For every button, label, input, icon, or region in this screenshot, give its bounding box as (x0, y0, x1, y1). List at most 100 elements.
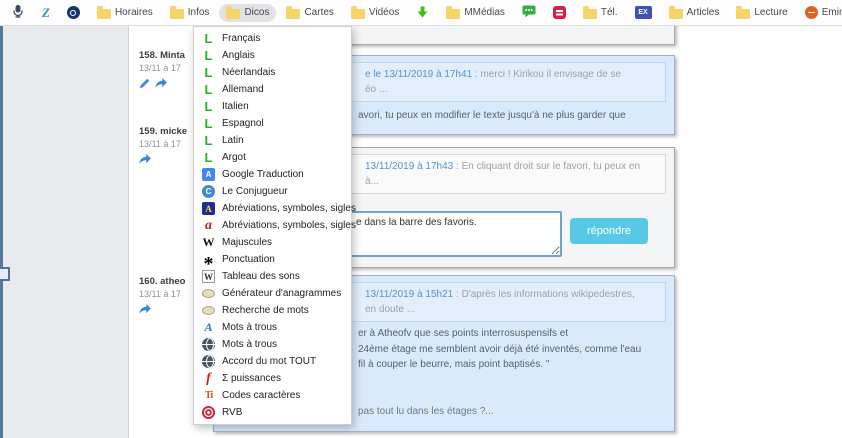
bookmarks-bar: Horaires Infos Dicos Cartes Vidéos MMédi… (0, 0, 842, 26)
bookmark-folder-mmedias[interactable]: MMédias (439, 4, 512, 22)
menu-item-google-traduction[interactable]: Google Traduction (194, 166, 351, 183)
green-arrow-icon (416, 5, 429, 21)
folder-icon (350, 6, 365, 19)
larousse-icon (202, 117, 215, 130)
quote-date-link[interactable]: 13/11/2019 à 17h43 (365, 161, 453, 172)
folder-icon (96, 6, 111, 19)
blue-a-icon (202, 202, 215, 215)
boxed-w-icon (202, 270, 215, 283)
menu-item-mots-a-trous-2[interactable]: Mots à trous (194, 336, 351, 353)
menu-item-majuscules[interactable]: Majuscules (194, 234, 351, 251)
menu-item-francais[interactable]: Français (194, 30, 351, 47)
red-menu-icon (552, 6, 566, 19)
post-author: 160. atheo (139, 276, 186, 287)
bookmark-download[interactable] (409, 2, 436, 24)
mic-icon (11, 4, 25, 21)
folder-icon (736, 6, 751, 19)
left-panel-divider (0, 26, 3, 438)
bookmark-folder-videos[interactable]: Vidéos (344, 4, 406, 22)
thread-entry-158: 158. Minta 13/11 à 17 (139, 50, 195, 94)
menu-item-accord-du-mot-tout[interactable]: Accord du mot TOUT (194, 353, 351, 370)
larousse-icon (202, 151, 215, 164)
black-star-icon (202, 253, 215, 266)
menu-item-neerlandais[interactable]: Néerlandais (194, 64, 351, 81)
message-body: avori, tu peux en modifier le texte jusq… (358, 110, 626, 121)
bookmark-folder-lecture[interactable]: Lecture (729, 4, 794, 22)
bookmark-folder-horaires[interactable]: Horaires (90, 4, 160, 22)
folder-icon (226, 6, 241, 19)
menu-item-abreviations-2[interactable]: Abréviations, symboles, sigles (194, 217, 356, 234)
menu-item-recherche-de-mots[interactable]: Recherche de mots (194, 302, 351, 319)
post-date: 13/11 à 17 (139, 63, 181, 73)
panel-drag-handle[interactable] (0, 267, 10, 281)
edit-pencil-icon[interactable] (139, 76, 150, 94)
thread-entry-160: 160. atheo 13/11 à 17 (139, 276, 195, 320)
menu-item-generateur-anagrammes[interactable]: Générateur d'anagrammes (194, 285, 351, 302)
menu-item-ponctuation[interactable]: Ponctuation (194, 251, 351, 268)
folder-icon (446, 6, 461, 19)
reply-arrow-icon[interactable] (155, 76, 167, 94)
oval-icon (202, 287, 215, 300)
z-icon (42, 5, 50, 21)
menu-item-puissances[interactable]: Σ puissances (194, 370, 351, 387)
menu-item-mots-a-trous-1[interactable]: Mots à trous (194, 319, 351, 336)
menu-item-allemand[interactable]: Allemand (194, 81, 351, 98)
conjugueur-icon (202, 185, 215, 198)
ti-icon (202, 389, 215, 402)
globe-icon (202, 338, 215, 351)
google-translate-icon (202, 168, 215, 181)
bookmark-ex[interactable]: EX (628, 3, 659, 22)
post-author: 159. micke (139, 126, 188, 137)
quote-date-link[interactable]: e le 13/11/2019 à 17h41 (365, 69, 472, 80)
globe-icon (202, 355, 215, 368)
bookmark-eminent[interactable]: Eminent Ewent EW... (798, 3, 842, 22)
message-body: er à Atheofv que ses points interrosuspe… (358, 326, 662, 419)
post-date: 13/11 à 17 (139, 139, 181, 149)
folder-icon (169, 6, 184, 19)
rvb-icon (202, 406, 215, 419)
menu-item-le-conjugueur[interactable]: Le Conjugueur (194, 183, 351, 200)
left-panel (0, 26, 128, 438)
bookmark-folder-cartes[interactable]: Cartes (279, 4, 340, 22)
ex-icon: EX (634, 6, 652, 19)
bookmark-o[interactable] (60, 3, 87, 22)
wikipedia-w-icon (202, 236, 215, 249)
o-circle-icon (66, 6, 80, 19)
bookmark-z[interactable] (35, 2, 57, 24)
blue-italic-a-icon (202, 321, 215, 334)
folder-icon (286, 6, 301, 19)
orange-circle-icon (804, 6, 818, 19)
menu-item-codes-caracteres[interactable]: Codes caractères (194, 387, 351, 404)
menu-item-italien[interactable]: Italien (194, 98, 351, 115)
bookmark-mic[interactable] (4, 1, 32, 24)
bookmark-folder-infos[interactable]: Infos (163, 4, 217, 22)
larousse-icon (202, 49, 215, 62)
bookmark-redmenu[interactable] (546, 3, 573, 22)
larousse-icon (202, 83, 215, 96)
menu-item-rvb[interactable]: RVB (194, 404, 351, 421)
bookmark-chat[interactable] (515, 2, 543, 24)
oval-icon (202, 304, 215, 317)
menu-item-abreviations-1[interactable]: Abréviations, symboles, sigles (194, 200, 356, 217)
post-author: 158. Minta (139, 50, 185, 61)
red-f-icon (202, 372, 215, 385)
menu-item-tableau-des-sons[interactable]: Tableau des sons (194, 268, 351, 285)
larousse-icon (202, 100, 215, 113)
reply-arrow-icon[interactable] (139, 152, 151, 170)
larousse-icon (202, 134, 215, 147)
reply-button[interactable]: répondre (570, 218, 648, 244)
reply-arrow-icon[interactable] (139, 302, 151, 320)
menu-item-latin[interactable]: Latin (194, 132, 351, 149)
bookmark-folder-articles[interactable]: Articles (662, 4, 727, 22)
red-a-icon (202, 219, 215, 232)
quote-date-link[interactable]: 13/11/2019 à 15h21 (365, 289, 453, 300)
bookmark-folder-dicos[interactable]: Dicos (219, 3, 277, 22)
green-chat-icon (522, 5, 536, 21)
larousse-icon (202, 66, 215, 79)
menu-item-argot[interactable]: Argot (194, 149, 351, 166)
menu-item-anglais[interactable]: Anglais (194, 47, 351, 64)
dicos-dropdown-menu: Français Anglais Néerlandais Allemand It… (193, 26, 356, 425)
folder-icon (668, 6, 683, 19)
menu-item-espagnol[interactable]: Espagnol (194, 115, 351, 132)
bookmark-folder-tel[interactable]: Tél. (576, 4, 625, 22)
